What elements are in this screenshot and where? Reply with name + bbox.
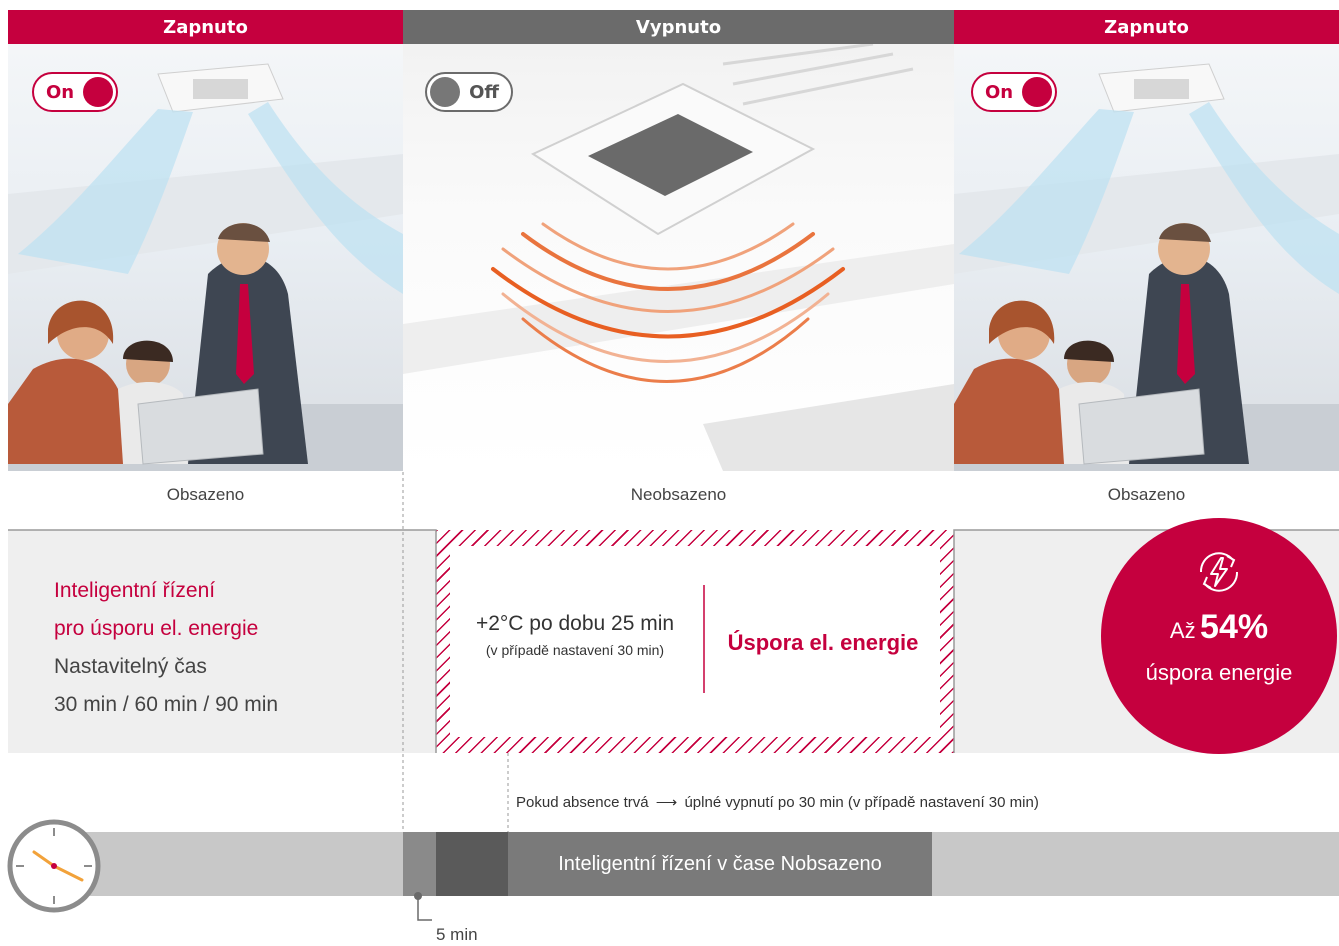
timeline-control-start-segment: [436, 832, 508, 896]
temp-offset-note: (v případě nastavení 30 min): [485, 642, 665, 658]
feature-desc-line2: 30 min / 60 min / 90 min: [54, 693, 279, 716]
timeline-occupied-segment-right: [932, 832, 1339, 896]
timeline-marker: [414, 892, 432, 921]
feature-title-line2: pro úsporu el. energie: [54, 617, 259, 640]
absence-note: Pokud absence trvá ⟶ úplné vypnutí po 30…: [516, 793, 1039, 811]
feature-title-line1: Inteligentní řízení: [54, 579, 216, 602]
savings-temp-info: +2°C po dobu 25 min (v případě nastavení…: [450, 612, 700, 658]
savings-label: Úspora el. energie: [727, 630, 919, 655]
feature-description: Inteligentní řízení pro úsporu el. energ…: [54, 572, 414, 724]
badge-value: 54%: [1200, 608, 1269, 646]
badge-caption: úspora energie: [1145, 660, 1293, 685]
timeline-occupied-segment: [55, 832, 403, 896]
timeline-marker-label: 5 min: [436, 925, 478, 944]
energy-savings-badge: Až 54% úspora energie: [1101, 518, 1337, 754]
temp-offset-text: +2°C po dobu 25 min: [475, 612, 675, 635]
timeline-smart-control-bar: Inteligentní řízení v čase Nobsazeno: [508, 832, 932, 896]
badge-prefix: Až: [1169, 618, 1196, 643]
arrow-right-icon: ⟶: [655, 794, 678, 811]
timeline-bar-label: Inteligentní řízení v čase Nobsazeno: [558, 852, 882, 875]
feature-desc-line1: Nastavitelný čas: [54, 655, 207, 678]
timeline-delay-segment: [403, 832, 436, 896]
absence-note-lead: Pokud absence trvá: [516, 794, 649, 811]
absence-note-tail: úplné vypnutí po 30 min (v případě nasta…: [684, 794, 1039, 811]
badge-value-line: Až 54%: [1101, 608, 1337, 647]
energy-cycle-icon: [1199, 552, 1239, 592]
clock-icon: [7, 819, 101, 913]
